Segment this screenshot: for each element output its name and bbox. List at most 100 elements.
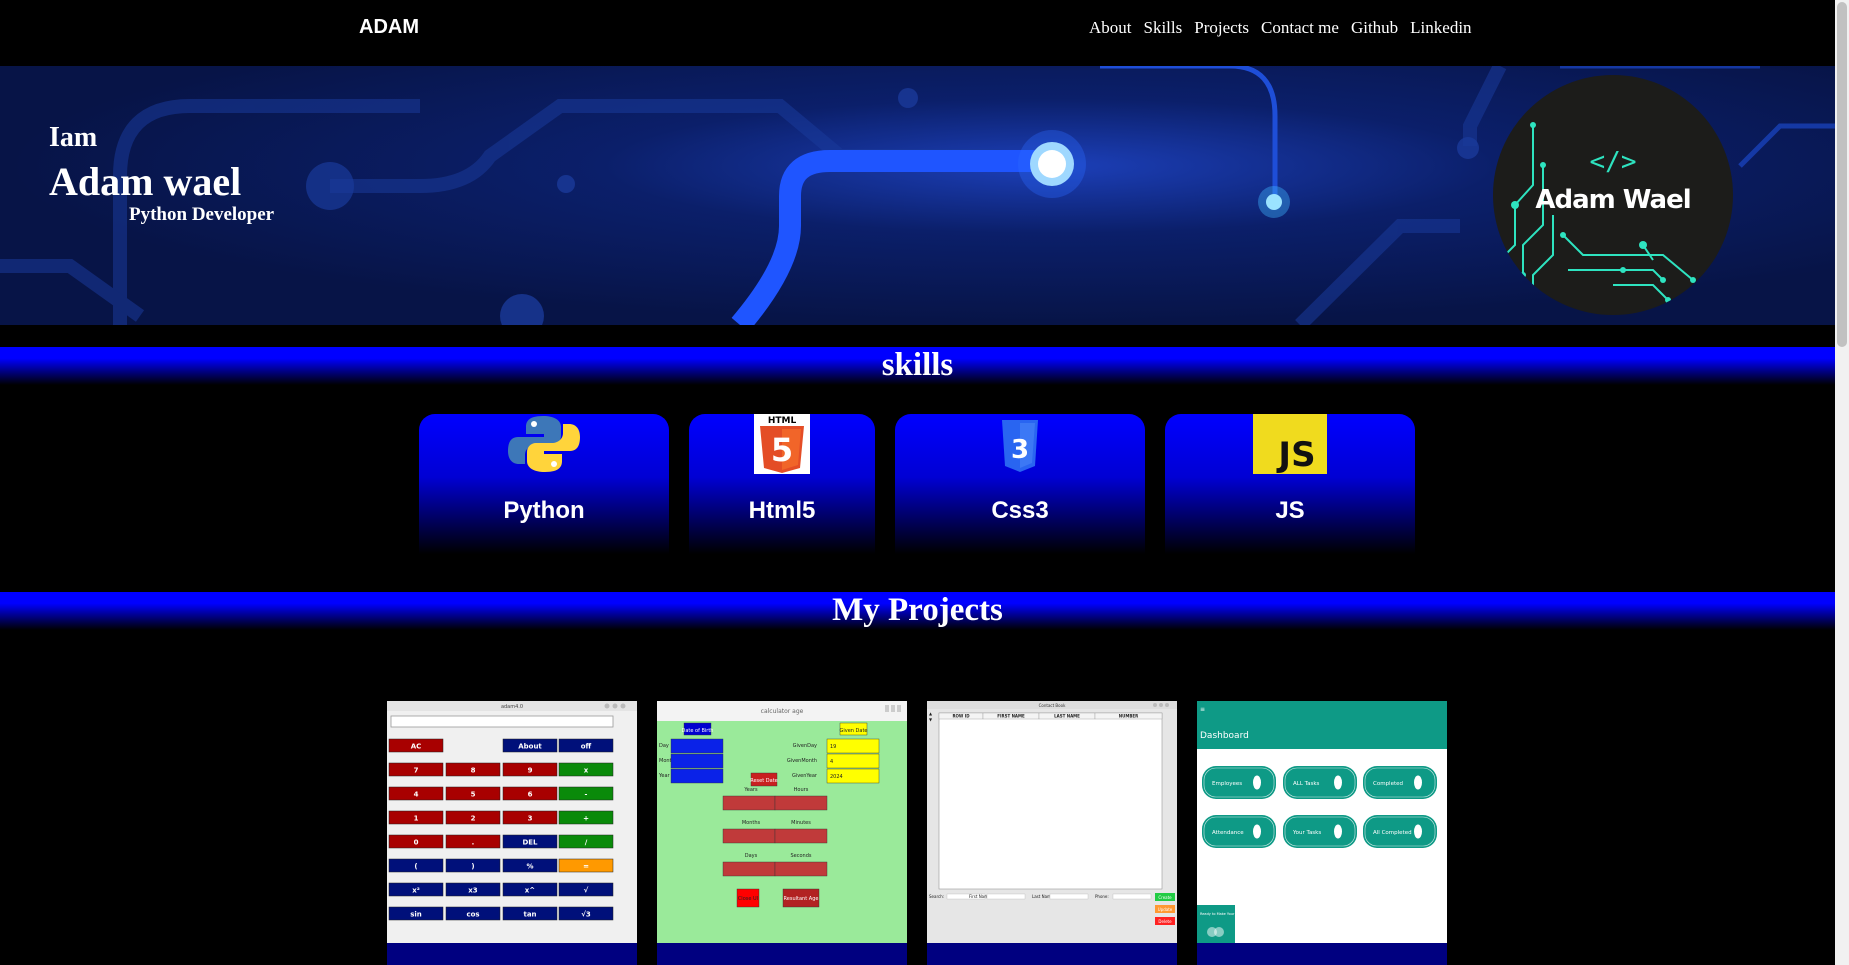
html5-icon: HTML 5 bbox=[754, 414, 810, 474]
calc-key: 0 bbox=[388, 834, 444, 849]
svg-text:7: 7 bbox=[414, 767, 419, 775]
calc-key: 1 bbox=[388, 810, 444, 825]
code-tag-icon: </> bbox=[1589, 147, 1637, 177]
skill-label-html5: Html5 bbox=[748, 497, 816, 524]
project-card-footer bbox=[387, 943, 637, 965]
project-card-footer bbox=[657, 943, 907, 965]
skill-label-python: Python bbox=[503, 497, 585, 524]
calculator-screenshot: adam4.0 AC About off 7 8 9 x 4 5 6 - 1 2 3 +0. DEL / ()% =… bbox=[387, 701, 637, 943]
dashboard-tile: Attendance bbox=[1202, 815, 1276, 848]
contact-field-label: Search: bbox=[929, 894, 944, 899]
age-text: 19 bbox=[830, 744, 836, 750]
calc-key: ( bbox=[388, 858, 444, 873]
calc-key: 4 bbox=[388, 786, 444, 801]
age-text: Resultant Age bbox=[784, 896, 819, 902]
scrollbar-thumb[interactable] bbox=[1837, 2, 1847, 347]
svg-text:Create: Create bbox=[1158, 895, 1172, 900]
calc-key: x^ bbox=[502, 882, 558, 897]
calc-key: √ bbox=[558, 882, 614, 897]
contact-field-label: Phone: bbox=[1095, 894, 1109, 899]
skill-card-js[interactable]: JS JS bbox=[1165, 414, 1415, 554]
age-text: Days bbox=[745, 853, 758, 859]
nav-link-contact[interactable]: Contact me bbox=[1261, 18, 1339, 38]
projects-header-band: My Projects bbox=[0, 592, 1835, 630]
skills-header-band: skills bbox=[0, 347, 1835, 385]
calc-key: + bbox=[558, 810, 614, 825]
age-calculator-screenshot: calculator age Date of Birth Given Date Da… bbox=[657, 701, 907, 943]
svg-text:x: x bbox=[584, 767, 589, 775]
calc-key: x² bbox=[388, 882, 444, 897]
nav-link-about[interactable]: About bbox=[1089, 18, 1132, 38]
project-card-calculator[interactable]: adam4.0 AC About off 7 8 9 x 4 5 6 - 1 2 3 +0. DEL / ()% =… bbox=[387, 701, 637, 965]
svg-text:-: - bbox=[585, 791, 588, 799]
project-card-contact-book[interactable]: Contact Book ROW ID FIRST NAME LAST NAME NU… bbox=[927, 701, 1177, 965]
age-text: Months bbox=[742, 820, 761, 826]
age-text: Year bbox=[658, 773, 671, 779]
brand-logo[interactable]: ADAM bbox=[359, 16, 419, 39]
svg-text:8: 8 bbox=[471, 767, 476, 775]
svg-text:0: 0 bbox=[414, 839, 419, 847]
project-card-footer bbox=[1197, 943, 1447, 965]
svg-text:√: √ bbox=[584, 887, 589, 895]
scrollbar-track[interactable] bbox=[1835, 0, 1849, 965]
calc-key: ) bbox=[445, 858, 501, 873]
nav-link-skills[interactable]: Skills bbox=[1144, 18, 1183, 38]
svg-text:tan: tan bbox=[523, 911, 536, 919]
skill-label-js: JS bbox=[1275, 497, 1305, 524]
contact-col-label: LAST NAME bbox=[1054, 714, 1080, 719]
contact-col-label: FIRST NAME bbox=[997, 714, 1025, 719]
dashboard-tile: Completed bbox=[1363, 766, 1437, 799]
contact-field-input bbox=[1112, 893, 1152, 900]
nav-link-github[interactable]: Github bbox=[1351, 18, 1398, 38]
project-card-dashboard[interactable]: ≡ Dashboard Employees ALL Tasks Completed A… bbox=[1197, 701, 1447, 965]
svg-text:About: About bbox=[518, 743, 542, 751]
calc-key: 6 bbox=[502, 786, 558, 801]
project-card-footer bbox=[927, 943, 1177, 965]
svg-text:DEL: DEL bbox=[522, 839, 538, 847]
hero-name: Adam wael bbox=[49, 159, 242, 204]
skill-label-css3: Css3 bbox=[991, 497, 1049, 524]
svg-text:Employees: Employees bbox=[1212, 781, 1242, 787]
svg-text:AC: AC bbox=[411, 743, 422, 751]
css3-icon: 3 bbox=[1000, 414, 1040, 474]
calc-key: / bbox=[558, 834, 614, 849]
svg-text:x²: x² bbox=[412, 887, 420, 895]
result-field bbox=[774, 861, 828, 877]
age-text: 2024 bbox=[830, 774, 843, 780]
dashboard-tile: Your Tasks bbox=[1283, 815, 1357, 848]
dob-input bbox=[670, 753, 724, 769]
svg-text:6: 6 bbox=[528, 791, 533, 799]
contact-book-screenshot: Contact Book ROW ID FIRST NAME LAST NAME NU… bbox=[927, 701, 1177, 943]
age-text: Date of Birth bbox=[682, 728, 714, 734]
project-card-age-calculator[interactable]: calculator age Date of Birth Given Date Da… bbox=[657, 701, 907, 965]
skill-card-css3[interactable]: 3 Css3 bbox=[895, 414, 1145, 554]
skills-title: skills bbox=[881, 347, 954, 383]
contact-window-title: Contact Book bbox=[1039, 703, 1066, 708]
svg-text:Your Tasks: Your Tasks bbox=[1292, 830, 1321, 836]
result-field bbox=[774, 828, 828, 844]
svg-text:JS: JS bbox=[1276, 435, 1315, 474]
js-icon: JS bbox=[1253, 414, 1327, 474]
age-text: Day bbox=[659, 743, 669, 749]
nav-link-projects[interactable]: Projects bbox=[1194, 18, 1249, 38]
nav-links: About Skills Projects Contact me Github … bbox=[1089, 18, 1472, 38]
age-text: Close UI bbox=[738, 896, 758, 902]
svg-text:3: 3 bbox=[1011, 435, 1029, 465]
calc-key: DEL bbox=[502, 834, 558, 849]
svg-text:.: . bbox=[472, 839, 475, 847]
navbar: ADAM About Skills Projects Contact me Gi… bbox=[0, 0, 1835, 66]
hero-role: Python Developer bbox=[129, 204, 275, 225]
dashboard-screenshot: ≡ Dashboard Employees ALL Tasks Completed A… bbox=[1197, 701, 1447, 943]
svg-text:x^: x^ bbox=[525, 887, 536, 895]
calc-key: x bbox=[558, 762, 614, 777]
age-text: GivenYear bbox=[792, 773, 818, 779]
avatar-logo-text: Adam Wael bbox=[1535, 185, 1691, 215]
svg-text:+: + bbox=[583, 815, 589, 823]
skill-card-python[interactable]: Python bbox=[419, 414, 669, 554]
calc-key: 8 bbox=[445, 762, 501, 777]
age-text: Seconds bbox=[790, 853, 811, 859]
skill-card-html5[interactable]: HTML 5 Html5 bbox=[689, 414, 875, 554]
nav-link-linkedin[interactable]: Linkedin bbox=[1410, 18, 1471, 38]
hero-intro: Iam bbox=[49, 122, 98, 153]
svg-text:All Completed: All Completed bbox=[1373, 830, 1412, 836]
